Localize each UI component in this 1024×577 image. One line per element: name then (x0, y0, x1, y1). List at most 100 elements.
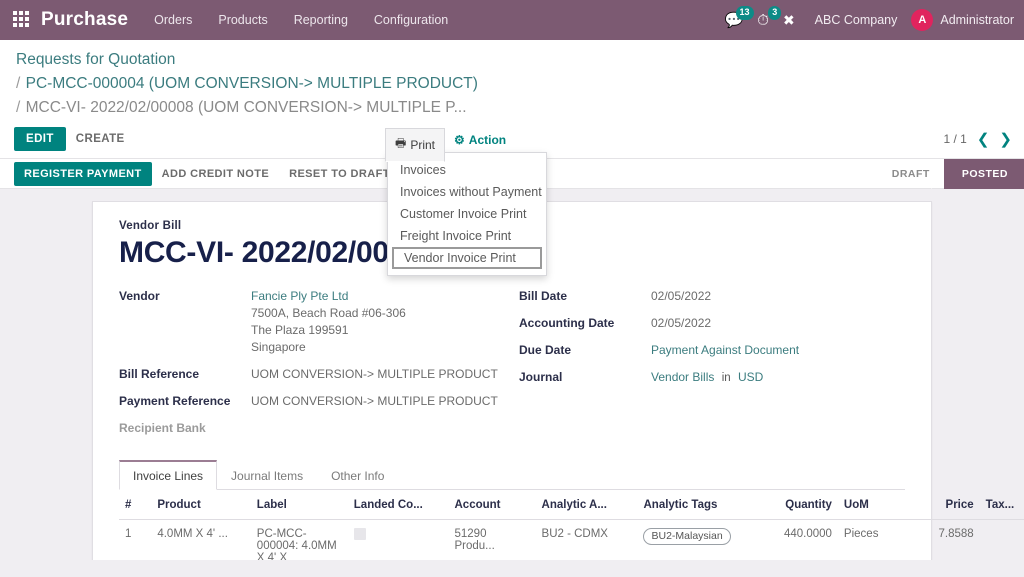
menu-item-reporting[interactable]: Reporting (294, 13, 348, 27)
status-posted-label: POSTED (961, 167, 1008, 180)
col-uom[interactable]: UoM (837, 490, 916, 520)
apps-grid-icon[interactable] (13, 11, 31, 29)
col-taxes[interactable]: Tax... (979, 490, 1024, 520)
activities-menu[interactable]: ⏱ 3 (757, 5, 782, 29)
form-fields: Vendor Fancie Ply Pte Ltd 7500A, Beach R… (119, 288, 905, 445)
col-index[interactable]: # (119, 490, 152, 520)
cell-analytic-tags[interactable]: BU2-Malaysian (637, 519, 761, 560)
journal-value: Vendor Bills in USD (651, 369, 763, 387)
due-date-value[interactable]: Payment Against Document (651, 343, 799, 357)
accounting-date-value[interactable]: 02/05/2022 (651, 315, 711, 332)
field-bill-reference: Bill Reference UOM CONVERSION-> MULTIPLE… (119, 366, 519, 383)
journal-in-word: in (721, 372, 731, 384)
status-badge: DRAFT POSTED (874, 158, 1024, 189)
edit-button[interactable]: EDIT (14, 127, 66, 151)
menu-item-products[interactable]: Products (218, 13, 267, 27)
gear-icon: ⚙ (454, 133, 465, 147)
menu-item-configuration[interactable]: Configuration (374, 13, 448, 27)
invoice-lines-table: # Product Label Landed Co... Account Ana… (119, 490, 1024, 560)
table-row[interactable]: 1 4.0MM X 4' ... PC-MCC-000004: 4.0MM X … (119, 519, 1024, 560)
currency-link[interactable]: USD (738, 370, 763, 384)
field-journal: Journal Vendor Bills in USD (519, 369, 899, 387)
form-column-right: Bill Date 02/05/2022 Accounting Date 02/… (519, 288, 899, 445)
pager-cluster: 1 / 1 ❮ ❯ (943, 132, 1012, 147)
checkbox-icon[interactable] (353, 528, 366, 540)
status-posted[interactable]: POSTED (930, 158, 1024, 189)
cell-taxes[interactable] (979, 519, 1024, 560)
user-name-label: Administrator (940, 13, 1014, 27)
tab-invoice-lines[interactable]: Invoice Lines (119, 460, 218, 490)
print-menu-item-invoices-without-payment[interactable]: Invoices without Payment (388, 181, 546, 203)
analytic-tag-badge[interactable]: BU2-Malaysian (643, 528, 731, 545)
chevron-right-icon[interactable]: ❯ (999, 132, 1012, 147)
col-product[interactable]: Product (151, 490, 251, 520)
odoo-purchase-app: Purchase Orders Products Reporting Confi… (0, 0, 1024, 577)
cell-label[interactable]: PC-MCC-000004: 4.0MM X 4' X (250, 519, 348, 560)
breadcrumb-current: MCC-VI- 2022/02/00008 (UOM CONVERSION-> … (25, 99, 467, 116)
company-switcher[interactable]: ABC Company (815, 13, 898, 27)
vendor-name-link[interactable]: Fancie Ply Pte Ltd (251, 288, 406, 305)
bill-date-label: Bill Date (519, 289, 568, 303)
breadcrumb: Requests for Quotation / PC-MCC-000004 (… (0, 40, 1024, 122)
due-date-label: Due Date (519, 343, 572, 357)
field-accounting-date: Accounting Date 02/05/2022 (519, 315, 899, 332)
journal-link[interactable]: Vendor Bills (651, 370, 714, 384)
messages-count-badge: 13 (735, 5, 754, 20)
app-brand-purchase[interactable]: Purchase (41, 9, 128, 31)
bill-date-value[interactable]: 02/05/2022 (651, 288, 711, 305)
cell-price[interactable]: 7.8588 (915, 519, 980, 560)
tab-other-info[interactable]: Other Info (317, 461, 398, 490)
print-menu-item-freight-invoice-print[interactable]: Freight Invoice Print (388, 225, 546, 247)
create-button[interactable]: CREATE (66, 127, 135, 151)
col-account[interactable]: Account (448, 490, 536, 520)
field-vendor: Vendor Fancie Ply Pte Ltd 7500A, Beach R… (119, 288, 519, 356)
print-menu-item-vendor-invoice-print[interactable]: Vendor Invoice Print (392, 247, 542, 269)
breadcrumb-parent[interactable]: PC-MCC-000004 (UOM CONVERSION-> MULTIPLE… (26, 75, 478, 92)
field-recipient-bank: Recipient Bank (119, 420, 519, 435)
chevron-left-icon[interactable]: ❮ (977, 132, 990, 147)
vendor-address-line-1: 7500A, Beach Road #06-306 (251, 306, 406, 320)
col-analytic-tags[interactable]: Analytic Tags (637, 490, 761, 520)
wrench-icon[interactable]: ✖ (783, 12, 795, 29)
navbar-right-cluster: 💬 13 ⏱ 3 ✖ ABC Company A Administrator (725, 5, 1014, 31)
cell-uom[interactable]: Pieces (837, 519, 916, 560)
col-analytic-account[interactable]: Analytic A... (535, 490, 638, 520)
reset-to-draft-button[interactable]: RESET TO DRAFT (279, 162, 400, 186)
user-menu[interactable]: A Administrator (911, 9, 1014, 31)
journal-label: Journal (519, 370, 563, 384)
notebook-tabs: Invoice Lines Journal Items Other Info (119, 459, 905, 490)
col-quantity[interactable]: Quantity (760, 490, 838, 520)
cell-landed-cost[interactable] (347, 519, 449, 560)
vendor-address-line-2: The Plaza 199591 (251, 323, 349, 337)
breadcrumb-separator-2: / (16, 99, 21, 116)
cell-product[interactable]: 4.0MM X 4' ... (151, 519, 251, 560)
payment-reference-value[interactable]: UOM CONVERSION-> MULTIPLE PRODUCT (251, 393, 498, 410)
pager-value: 1 / 1 (943, 132, 967, 146)
action-dropdown-toggle[interactable]: ⚙ Action (445, 128, 515, 152)
bill-reference-value[interactable]: UOM CONVERSION-> MULTIPLE PRODUCT (251, 366, 498, 383)
col-price[interactable]: Price (915, 490, 980, 520)
register-payment-button[interactable]: REGISTER PAYMENT (14, 161, 152, 186)
cell-account[interactable]: 51290 Produ... (448, 519, 536, 560)
print-dropdown-toggle[interactable]: 🖶 Print (385, 128, 446, 162)
cell-analytic-account[interactable]: BU2 - CDMX (535, 519, 638, 560)
main-menu: Orders Products Reporting Configuration (154, 13, 448, 27)
print-menu-item-customer-invoice-print[interactable]: Customer Invoice Print (388, 203, 546, 225)
tab-journal-items[interactable]: Journal Items (217, 461, 317, 490)
messages-menu[interactable]: 💬 13 (725, 5, 754, 28)
bill-reference-label: Bill Reference (119, 367, 200, 381)
menu-item-orders[interactable]: Orders (154, 13, 192, 27)
clock-icon: ⏱ (757, 11, 769, 29)
breadcrumb-root[interactable]: Requests for Quotation (16, 51, 175, 68)
col-landed-cost[interactable]: Landed Co... (347, 490, 449, 520)
table-header-row: # Product Label Landed Co... Account Ana… (119, 490, 1024, 520)
vendor-value: Fancie Ply Pte Ltd 7500A, Beach Road #06… (251, 288, 406, 356)
print-action-cluster: 🖶 Print Invoices Invoices without Paymen… (385, 128, 547, 276)
avatar: A (911, 9, 934, 31)
print-menu-item-invoices[interactable]: Invoices (388, 159, 546, 181)
cell-quantity[interactable]: 440.0000 (760, 519, 838, 560)
vendor-label: Vendor (119, 289, 160, 303)
activities-count-badge: 3 (768, 5, 782, 20)
col-label[interactable]: Label (250, 490, 348, 520)
add-credit-note-button[interactable]: ADD CREDIT NOTE (152, 162, 279, 186)
